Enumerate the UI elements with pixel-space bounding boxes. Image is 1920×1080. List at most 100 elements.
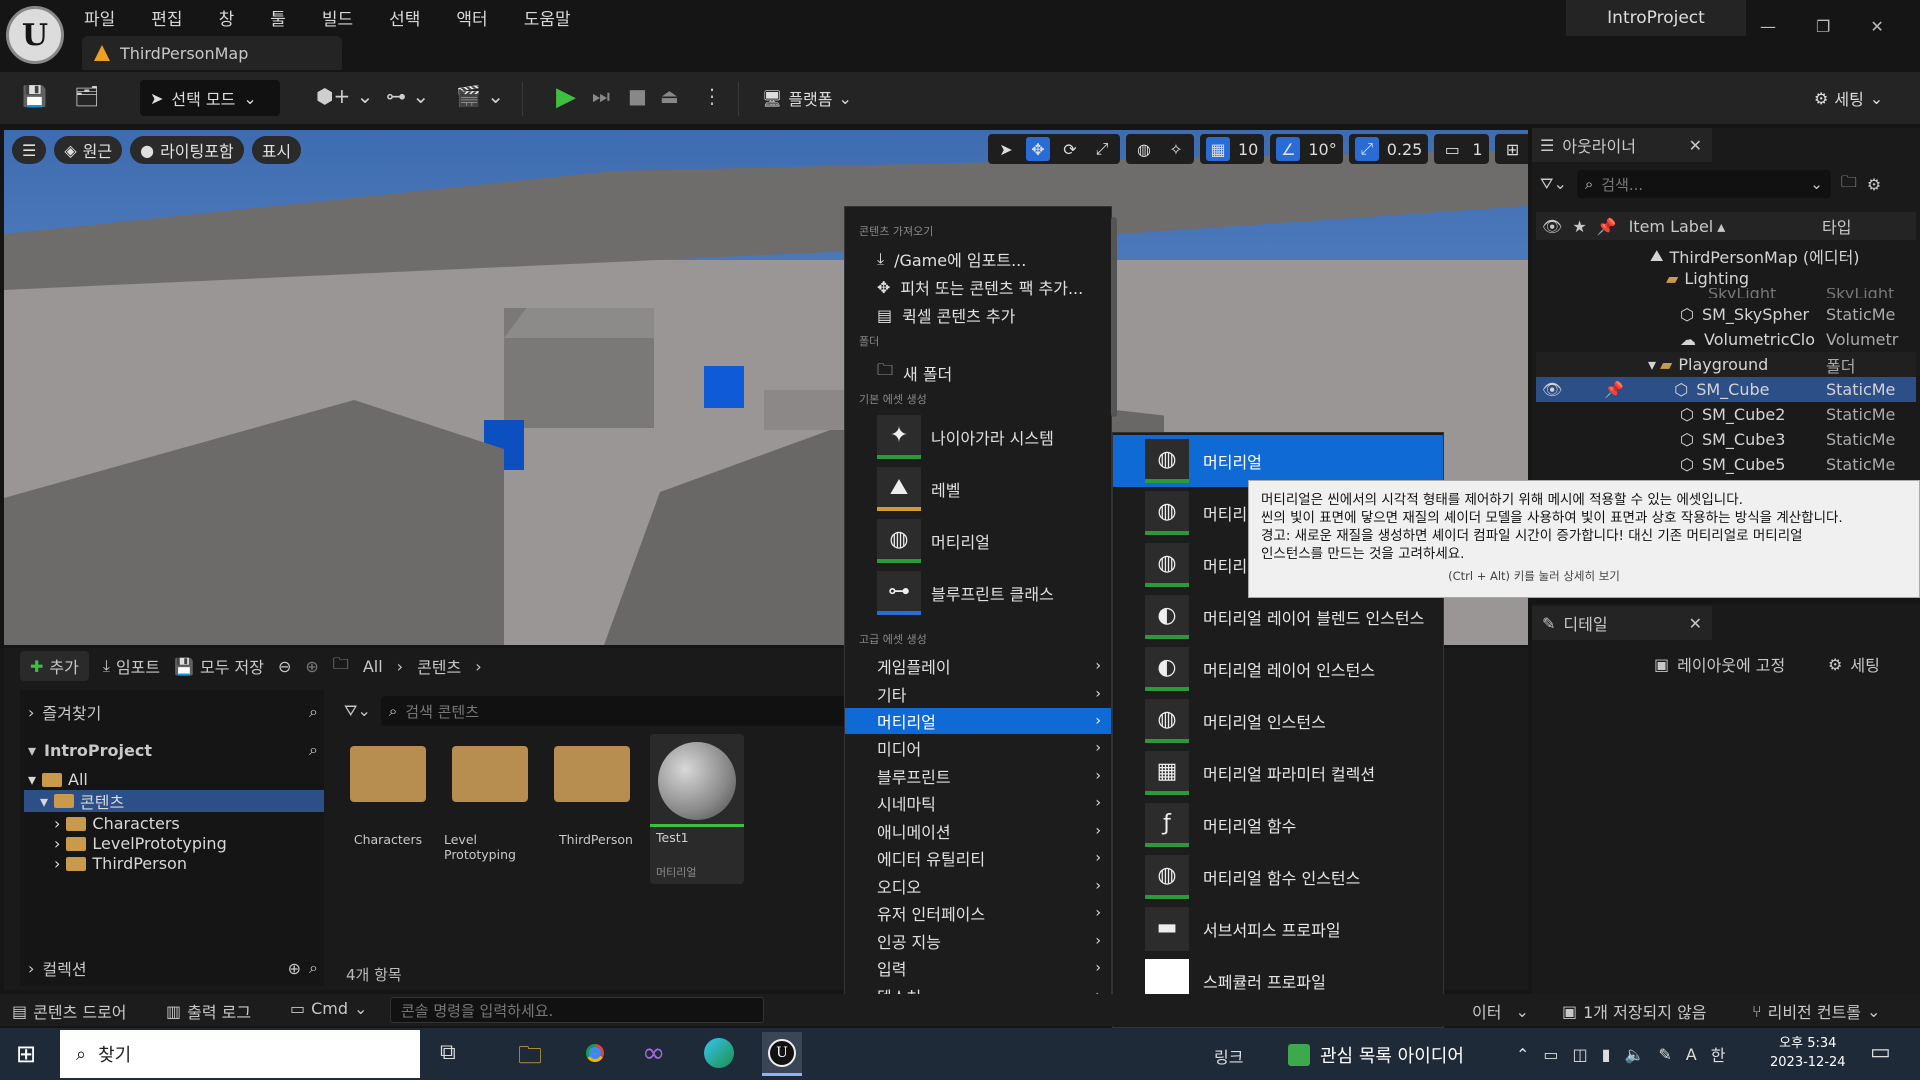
outliner-tab[interactable]: ☰ 아웃라이너 ✕ [1532,128,1712,162]
menu-import-game[interactable]: ⤓ /Game에 임포트... [877,247,1026,271]
tree-item-all[interactable]: ▾ All [28,770,88,789]
ime-mode[interactable]: A [1686,1045,1697,1064]
output-log-button[interactable]: ▥ 출력 로그 [166,999,251,1023]
submenu-user-interface[interactable]: 유저 인터페이스 › [845,900,1111,926]
outliner-row[interactable]: ☁ VolumetricClo Volumetr [1536,327,1916,352]
add-folder-icon[interactable]: 🗀 [1841,171,1857,198]
outliner-row[interactable]: SkyLight SkyLight [1536,288,1916,298]
unreal-logo[interactable]: U [6,6,64,64]
outliner-row[interactable]: ⛰ ThirdPersonMap (에디터) [1536,243,1916,268]
folder-tile-characters[interactable] [350,746,426,802]
tree-item-content[interactable]: ▾ 콘텐츠 [24,790,324,812]
grid-snap[interactable]: ▦ 10 [1200,134,1265,164]
submenu-animation[interactable]: 애니메이션 › [845,818,1111,844]
show-button[interactable]: 표시 [251,136,302,164]
asset-search-input[interactable]: ⌕ 검색 콘텐츠 [380,696,877,726]
browse-icon[interactable]: 🗂 [74,84,99,108]
play-icon[interactable]: ▶ [556,82,576,112]
submenu-blueprint[interactable]: 블루프린트 › [845,763,1111,789]
content-drawer-button[interactable]: ▤ 콘텐츠 드로어 [12,999,127,1023]
submenu-material[interactable]: 머티리얼 › [845,708,1111,734]
unreal-taskbar-icon[interactable]: U [762,1032,802,1076]
battery-icon[interactable]: ▮ [1602,1045,1611,1064]
details-tab[interactable]: ✎ 디테일 ✕ [1532,606,1712,640]
search-icon[interactable]: ⌕ [309,958,318,978]
lighting-button[interactable]: ● 라이팅포함 [130,136,244,164]
outliner-row[interactable]: ▰ Lighting [1536,268,1916,288]
menu-window[interactable]: 창 [219,5,251,30]
outliner-row[interactable]: ⬡ SM_Cube2 StaticMe [1536,402,1916,427]
submenu-misc[interactable]: 기타 › [845,681,1111,707]
menu-material[interactable]: ◍ 머티리얼 [877,519,990,563]
asset-tile-test1[interactable]: Test1 머티리얼 [650,734,744,884]
more-options-icon[interactable]: ⋮ [702,84,722,108]
rotate-tool-icon[interactable]: ⟳ [1058,137,1082,161]
breadcrumb-all[interactable]: All [363,657,383,676]
menu-add-feature[interactable]: ✥ 피처 또는 콘텐츠 팩 추가... [877,275,1083,299]
outliner-row[interactable]: 👁 📌 ⬡ SM_Cube StaticMe [1536,377,1916,402]
eject-icon[interactable]: ⏏ [660,84,679,108]
outliner-row[interactable]: ▾ ▰ Playground 폴더 [1536,352,1916,377]
submenu-editor-utility[interactable]: 에디터 유틸리티 › [845,845,1111,871]
blueprint-icon[interactable]: ⊶ ⌄ [386,84,429,108]
menu-add-quixel[interactable]: ▤ 퀵셀 콘텐츠 추가 [877,303,1015,327]
camera-speed[interactable]: ▭ 1 [1434,134,1489,164]
search-icon[interactable]: ⌕ [309,702,318,722]
col-type[interactable]: 타입 [1822,214,1851,238]
windows-start-icon[interactable]: ⊞ [16,1040,36,1068]
world-icon[interactable]: ◍ [1132,137,1156,161]
outliner-row[interactable]: ⬡ SM_Cube3 StaticMe [1536,427,1916,452]
filter-icon[interactable]: ⛛⌄ [344,701,371,721]
collections-header[interactable]: › 컬렉션 ⊕ ⌕ [28,956,318,980]
ime-lang[interactable]: 한 [1711,1042,1726,1066]
perspective-button[interactable]: ◈ 원근 [54,136,123,164]
chevron-up-icon[interactable]: ⌃ [1516,1045,1529,1064]
breadcrumb-content[interactable]: 콘텐츠 [417,654,461,678]
chrome-icon[interactable] [580,1038,610,1068]
menu-niagara[interactable]: ✦ 나이아가라 시스템 [877,415,1054,459]
menu-scrollbar[interactable] [1111,217,1117,417]
folder-tile-levelprototyping[interactable] [452,746,528,802]
col-item-label[interactable]: Item Label [1629,217,1714,236]
details-settings-button[interactable]: ⚙ 세팅 [1828,652,1880,676]
menu-tools[interactable]: 툴 [270,5,302,30]
menu-help[interactable]: 도움말 [524,5,587,30]
close-window-icon[interactable]: ✕ [1870,17,1883,36]
menu-edit[interactable]: 편집 [151,5,198,30]
tree-item-characters[interactable]: › Characters [54,814,180,833]
menu-select[interactable]: 선택 [389,5,436,30]
settings-button[interactable]: ⚙ 세팅 ⌄ [1814,86,1883,110]
lock-layout-button[interactable]: ▣ 레이아웃에 고정 [1654,652,1785,676]
save-all-button[interactable]: 💾 모두 저장 [174,654,264,678]
derived-data-button[interactable]: 이터 ⌄ [1472,999,1529,1023]
tree-item-thirdperson[interactable]: › ThirdPerson [54,854,187,873]
restore-icon[interactable]: ❐ [1816,17,1830,36]
submenu-item-function-instance[interactable]: ◍ 머티리얼 함수 인스턴스 [1113,851,1443,903]
close-icon[interactable]: ✕ [1689,614,1702,633]
submenu-cinematic[interactable]: 시네마틱 › [845,790,1111,816]
submenu-item-material-function[interactable]: ƒ 머티리얼 함수 [1113,799,1443,851]
minimize-icon[interactable]: — [1760,17,1776,36]
forward-icon[interactable]: ⊕ [305,657,318,676]
rotation-snap[interactable]: ∠ 10° [1270,134,1343,164]
submenu-item-material-instance[interactable]: ◍ 머티리얼 인스턴스 [1113,695,1443,747]
volume-icon[interactable]: 🔈 [1624,1045,1644,1064]
menu-level[interactable]: ⛰ 레벨 [877,467,960,511]
news-widget[interactable]: 관심 목록 아이디어 [1288,1042,1464,1068]
link-label[interactable]: 링크 [1214,1044,1243,1068]
edge-icon[interactable] [704,1038,734,1068]
menu-build[interactable]: 빌드 [322,5,369,30]
network-icon[interactable]: ▭ [1543,1045,1558,1064]
move-tool-icon[interactable]: ✥ [1026,137,1050,161]
menu-file[interactable]: 파일 [84,5,131,30]
close-icon[interactable]: ✕ [1689,136,1702,155]
tree-item-levelprototyping[interactable]: › LevelPrototyping [54,834,227,853]
folder-tile-thirdperson[interactable] [554,746,630,802]
submenu-media[interactable]: 미디어 › [845,735,1111,761]
add-button[interactable]: ✚ 추가 [20,651,89,681]
unsaved-button[interactable]: ▣ 1개 저장되지 않음 [1562,999,1707,1023]
task-view-icon[interactable]: ⧉ [440,1040,456,1065]
menu-new-folder[interactable]: 🗀 새 폴더 [877,359,952,386]
add-actor-icon[interactable]: ⬢+ ⌄ [316,84,373,108]
viewport-menu-button[interactable]: ☰ [12,136,47,164]
